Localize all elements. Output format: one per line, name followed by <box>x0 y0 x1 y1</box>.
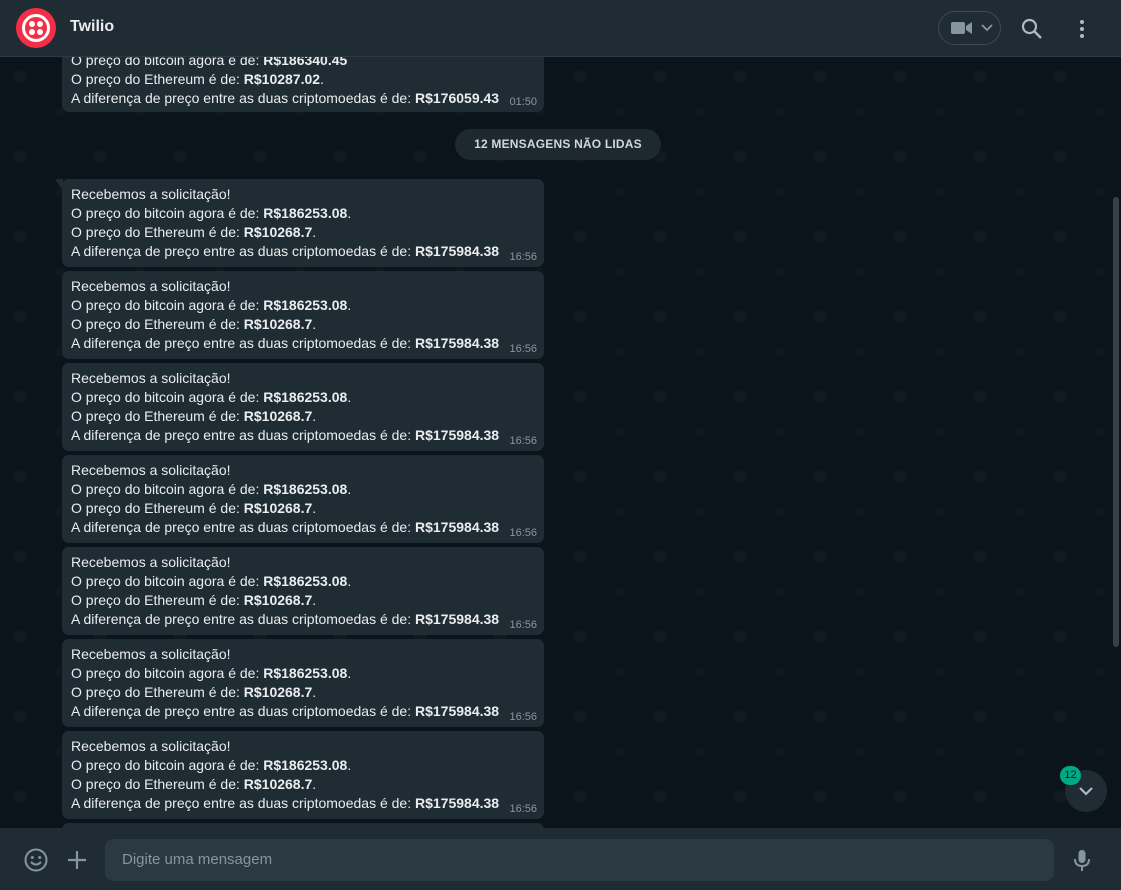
logo-dot <box>29 21 35 27</box>
scrollbar[interactable] <box>1113 197 1119 647</box>
message-line: O preço do Ethereum é de: R$10268.7. <box>71 408 317 424</box>
message-bubble[interactable]: Recebemos a solicitação! O preço do bitco… <box>62 731 544 819</box>
message-time: 16:56 <box>509 619 537 631</box>
message-line: O preço do Ethereum é de: R$10268.7. <box>71 684 317 700</box>
message-time: 16:56 <box>509 711 537 723</box>
composer: Digite uma mensagem <box>0 828 1121 890</box>
emoji-icon[interactable] <box>23 847 49 873</box>
message-line: Recebemos a solicitação! <box>71 738 231 754</box>
message-line: O preço do bitcoin agora é de: R$186253.… <box>71 665 352 681</box>
message-line: O preço do Ethereum é de: R$10268.7. <box>71 316 317 332</box>
chat-header: Twilio <box>0 0 1121 57</box>
message-time: 16:56 <box>509 803 537 815</box>
message-bubble[interactable]: Recebemos a solicitação! O preço do bitco… <box>62 547 544 635</box>
message-list[interactable]: O preço do bitcoin agora é de: R$186340.… <box>0 57 1121 828</box>
message-line: A diferença de preço entre as duas cript… <box>71 335 500 351</box>
message-time: 16:56 <box>509 435 537 447</box>
message-line: O preço do bitcoin agora é de: R$186253.… <box>71 297 352 313</box>
message-line: O preço do Ethereum é de: R$10268.7. <box>71 224 317 240</box>
message-bubble[interactable]: Recebemos a solicitação! O preço do bitco… <box>55 179 544 267</box>
message-line: Recebemos a solicitação! <box>71 278 231 294</box>
contact-name[interactable]: Twilio <box>70 18 114 36</box>
message-time: 01:50 <box>509 96 537 108</box>
chevron-down-icon <box>981 24 993 32</box>
message-line: O preço do Ethereum é de: R$10268.7. <box>71 500 317 516</box>
logo-dot <box>37 21 43 27</box>
unread-count-badge: 12 <box>1060 766 1081 785</box>
search-icon[interactable] <box>1020 17 1044 41</box>
message-line: O preço do Ethereum é de: R$10287.02. <box>71 71 324 87</box>
video-call-button[interactable] <box>938 11 1001 45</box>
message-input[interactable]: Digite uma mensagem <box>105 839 1054 881</box>
message-bubble[interactable]: Recebemos a solicitação! O preço do bitco… <box>62 639 544 727</box>
message-line: O preço do bitcoin agora é de: R$186253.… <box>71 389 352 405</box>
message-line: A diferença de preço entre as duas cript… <box>71 90 500 106</box>
message-line: O preço do bitcoin agora é de: R$186253.… <box>71 757 352 773</box>
message-line: O preço do Ethereum é de: R$10268.7. <box>71 592 317 608</box>
scroll-down-icon <box>1079 787 1093 796</box>
logo-ring <box>22 14 50 42</box>
message-bubble[interactable]: Recebemos a solicitação! O preço do bitco… <box>62 455 544 543</box>
video-call-icon <box>951 22 972 34</box>
menu-icon[interactable] <box>1070 17 1094 41</box>
message-line: A diferença de preço entre as duas cript… <box>71 243 500 259</box>
message-time: 16:56 <box>509 343 537 355</box>
message-line: Recebemos a solicitação! <box>71 646 231 662</box>
message-line: A diferença de preço entre as duas cript… <box>71 795 500 811</box>
message-time: 16:56 <box>509 251 537 263</box>
logo-dot <box>37 29 43 35</box>
message-line: O preço do bitcoin agora é de: R$186340.… <box>71 57 348 68</box>
message-bubble[interactable]: O preço do bitcoin agora é de: R$186340.… <box>62 57 544 112</box>
message-line: A diferença de preço entre as duas cript… <box>71 703 500 719</box>
message-line: Recebemos a solicitação! <box>71 554 231 570</box>
twilio-logo[interactable] <box>16 8 56 48</box>
message-time: 16:56 <box>509 527 537 539</box>
message-line: O preço do bitcoin agora é de: R$186253.… <box>71 481 352 497</box>
message-line: Recebemos a solicitação! <box>71 462 231 478</box>
message-line: O preço do bitcoin agora é de: R$186253.… <box>71 205 352 221</box>
message-line: Recebemos a solicitação! <box>71 186 231 202</box>
message-line: A diferença de preço entre as duas cript… <box>71 611 500 627</box>
message-line: A diferença de preço entre as duas cript… <box>71 427 500 443</box>
message-line: A diferença de preço entre as duas cript… <box>71 519 500 535</box>
message-line: O preço do bitcoin agora é de: R$186253.… <box>71 573 352 589</box>
unread-messages-divider: 12 MENSAGENS NÃO LIDAS <box>455 129 661 160</box>
microphone-icon[interactable] <box>1069 847 1095 873</box>
attach-plus-icon[interactable] <box>64 847 90 873</box>
message-line: O preço do Ethereum é de: R$10268.7. <box>71 776 317 792</box>
logo-dot <box>29 29 35 35</box>
message-bubble[interactable]: Recebemos a solicitação! O preço do bitco… <box>62 271 544 359</box>
message-bubble[interactable]: Recebemos a solicitação! O preço do bitco… <box>62 363 544 451</box>
message-line: Recebemos a solicitação! <box>71 370 231 386</box>
